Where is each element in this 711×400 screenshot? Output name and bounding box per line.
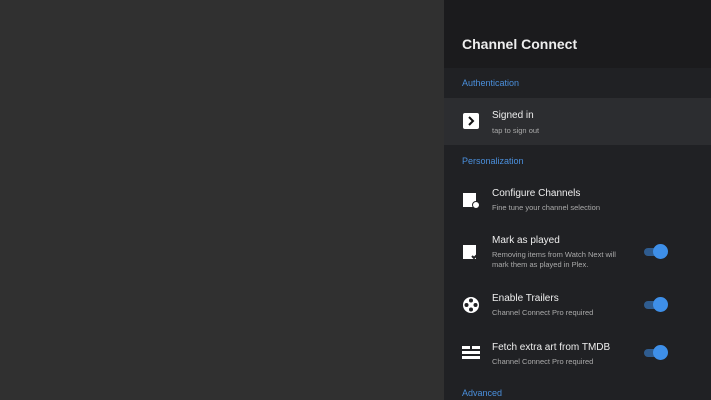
tmdb-icon [462,344,480,362]
page-title: Channel Connect [462,36,578,52]
item-subtitle: Removing items from Watch Next will mark… [492,250,616,269]
mark-as-played-toggle[interactable] [644,244,668,260]
fetch-tmdb-art-item[interactable]: Fetch extra art from TMDB Channel Connec… [444,334,711,370]
plex-icon [462,112,480,130]
item-subtitle: Channel Connect Pro required [492,308,594,317]
item-subtitle: Channel Connect Pro required [492,357,594,366]
item-subtitle: tap to sign out [492,126,540,135]
content-area [0,0,444,400]
signed-in-item[interactable]: Signed in tap to sign out [444,98,711,145]
item-title: Mark as played [492,235,560,246]
item-title: Configure Channels [492,188,581,199]
item-subtitle: Fine tune your channel selection [492,203,600,212]
settings-panel: Channel Connect Authentication Signed in… [444,0,711,400]
section-advanced: Advanced [462,388,503,398]
item-title: Enable Trailers [492,293,559,304]
panel-header: Channel Connect [444,0,711,68]
film-reel-icon [462,296,480,314]
clapperboard-settings-icon [462,191,480,209]
item-title: Fetch extra art from TMDB [492,342,611,353]
section-authentication: Authentication [462,78,520,88]
item-title: Signed in [492,110,534,121]
mark-as-played-item[interactable]: Mark as played Removing items from Watch… [444,226,711,276]
configure-channels-item[interactable]: Configure Channels Fine tune your channe… [444,178,711,222]
enable-trailers-item[interactable]: Enable Trailers Channel Connect Pro requ… [444,286,711,322]
fetch-tmdb-art-toggle[interactable] [644,345,668,361]
enable-trailers-toggle[interactable] [644,297,668,313]
clapperboard-check-icon [462,243,480,261]
section-personalization: Personalization [462,156,524,166]
